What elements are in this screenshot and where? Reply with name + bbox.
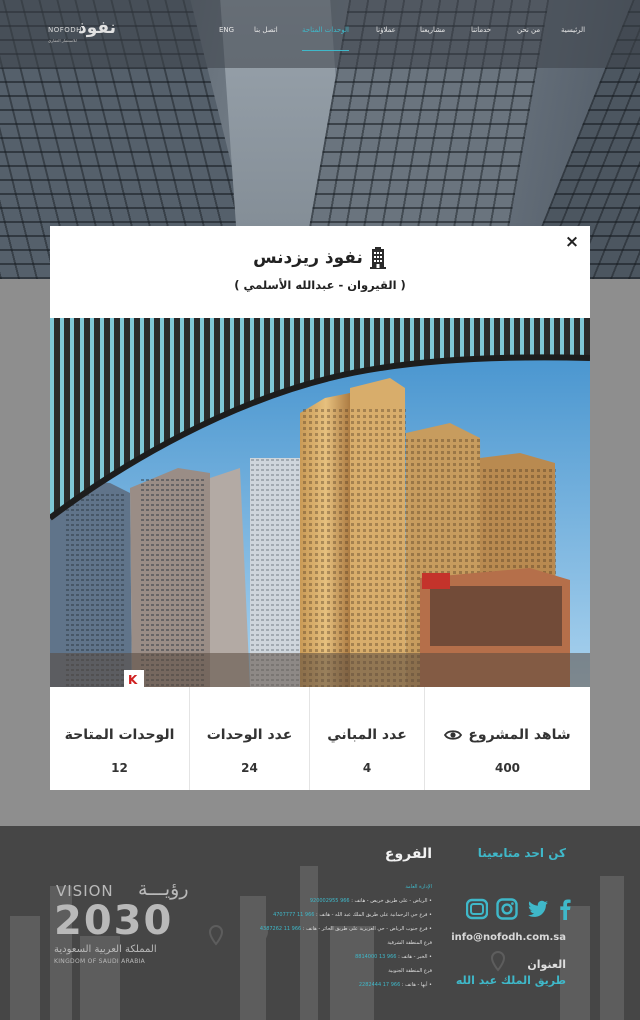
site-header: NOFODH نفوذ للاستثمار العقاري الرئيسية م… <box>0 0 640 68</box>
branch-phone[interactable]: 966 920002955 <box>310 898 350 904</box>
nav-about[interactable]: من نحن <box>517 26 540 42</box>
facebook-icon[interactable] <box>554 898 576 920</box>
branch-item: • فرع جنوب الرياض - حي العزيزية على طريق… <box>196 926 432 932</box>
logo-subtitle: للاستثمار العقاري <box>48 38 77 43</box>
vision-text-ar: رؤيـــة <box>138 878 189 900</box>
svg-text:K: K <box>128 673 138 687</box>
stat-label: عدد المباني <box>327 727 407 743</box>
branch-text: • أبها - هاتف : <box>401 982 432 988</box>
branch-text: • فرع حي الرحمانية على طريق الملك عبد ال… <box>316 912 432 918</box>
branch-phone[interactable]: 966 17 2282444 <box>359 982 400 988</box>
modal-title-row: نفوذ ريزدنس <box>50 244 590 272</box>
address-title: العنوان <box>527 958 566 971</box>
logo-text-ar: نفوذ <box>78 18 117 38</box>
nav-projects[interactable]: مشاريعنا <box>420 26 445 42</box>
stat-value: 400 <box>494 761 521 775</box>
branch-item: فرع المنطقة الشرقية <box>196 940 432 946</box>
branch-item: • فرع حي الرحمانية على طريق الملك عبد ال… <box>196 912 432 918</box>
branch-item: • الخبر - هاتف : 966 13 8814000 <box>196 954 432 960</box>
branches-title: الفروع <box>384 846 432 862</box>
nav-language[interactable]: ENG <box>219 26 234 42</box>
branch-item: • الرياض - على طريق خريص - هاتف : 966 92… <box>196 898 432 904</box>
stat-buildings: عدد المباني 4 <box>310 687 425 790</box>
address-text[interactable]: طريق الملك عبد الله <box>430 974 566 987</box>
instagram-icon[interactable] <box>496 898 518 920</box>
eye-icon <box>444 730 463 740</box>
building-photo-image: K <box>50 318 590 687</box>
stat-available-units: الوحدات المتاحة 12 <box>50 687 190 790</box>
project-stats: الوحدات المتاحة 12 عدد الوحدات 24 عدد ال… <box>50 687 590 790</box>
nav-services[interactable]: خدماتنا <box>471 26 491 42</box>
modal-title: نفوذ ريزدنس <box>253 248 363 268</box>
site-footer: VISION رؤيـــة 2030 المملكة العربية السع… <box>0 826 640 1020</box>
stat-value: 12 <box>111 761 128 775</box>
nav-home[interactable]: الرئيسية <box>561 26 585 42</box>
stat-value: 24 <box>241 761 258 775</box>
branch-phone[interactable]: 966 11 4387262 <box>260 926 301 932</box>
branch-text: فرع المنطقة الشرقية <box>387 940 432 946</box>
nav-contact[interactable]: اتصل بنا <box>254 26 278 42</box>
branch-phone[interactable]: 966 11 4707777 <box>273 912 314 918</box>
stat-label: الوحدات المتاحة <box>64 727 175 743</box>
branch-text: • الرياض - على طريق خريص - هاتف : <box>351 898 432 904</box>
stat-label: عدد الوحدات <box>206 727 293 743</box>
stat-value: 4 <box>362 761 372 775</box>
building-icon <box>369 247 386 269</box>
twitter-icon[interactable] <box>527 898 549 920</box>
vision-country-en: KINGDOM OF SAUDI ARABIA <box>54 958 146 965</box>
branch-item: الإدارة العامة <box>196 884 432 890</box>
logo-text-en: NOFODH <box>48 26 82 34</box>
branch-text: الإدارة العامة <box>405 884 432 890</box>
follow-title: كن احد متابعينا <box>477 846 566 860</box>
stat-views[interactable]: شاهد المشروع 400 <box>425 687 590 790</box>
branch-item: فرع المنطقة الجنوبية <box>196 968 432 974</box>
branch-item: • أبها - هاتف : 966 17 2282444 <box>196 982 432 988</box>
contact-email[interactable]: info@nofodh.com.sa <box>430 932 566 943</box>
stat-label-views: شاهد المشروع <box>425 727 590 743</box>
nav-available-units[interactable]: الوحدات المتاحة <box>302 26 349 51</box>
nav-clients[interactable]: عملاؤنا <box>376 26 396 42</box>
branch-text: • الخبر - هاتف : <box>398 954 432 960</box>
modal-subtitle: ( القيروان - عبدالله الأسلمي ) <box>234 278 406 292</box>
youtube-icon[interactable] <box>466 898 488 920</box>
branch-text: فرع المنطقة الجنوبية <box>388 968 432 974</box>
vision-2030-logo: VISION رؤيـــة 2030 المملكة العربية السع… <box>54 878 189 966</box>
branch-phone[interactable]: 966 13 8814000 <box>355 954 396 960</box>
branch-text: • فرع جنوب الرياض - حي العزيزية على طريق… <box>302 926 432 932</box>
site-logo[interactable]: NOFODH نفوذ للاستثمار العقاري <box>48 16 130 50</box>
stat-units: عدد الوحدات 24 <box>190 687 310 790</box>
stat-label-text: شاهد المشروع <box>468 727 571 743</box>
project-modal: × نفوذ ريزدنس ( القيروان - عبدالله الأسل… <box>50 226 590 790</box>
vision-year: 2030 <box>54 898 174 944</box>
building-photo[interactable]: K <box>50 318 590 687</box>
vision-country-ar: المملكة العربية السعودية <box>54 944 157 955</box>
